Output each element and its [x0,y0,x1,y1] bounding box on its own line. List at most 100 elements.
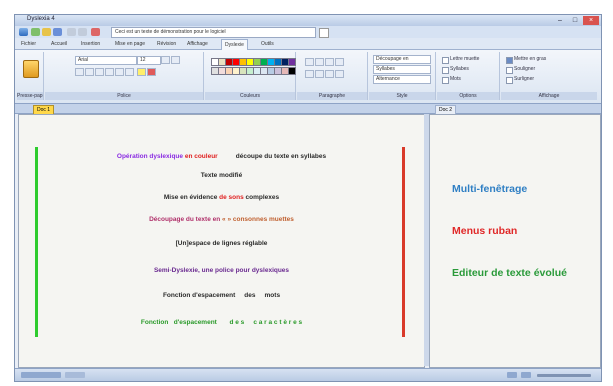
group-colors: Couleurs [205,52,296,100]
option-checkbox-2[interactable] [442,67,449,74]
document-tabs: Doc 1 Doc 2 [15,104,601,115]
justify-icon[interactable] [335,58,344,66]
align-left-icon[interactable] [305,58,314,66]
feature-ribbon-menus: Menus ruban [452,225,518,237]
quick-field-button[interactable] [319,28,329,38]
numbering-icon[interactable] [315,70,324,78]
tab-revision[interactable]: Révision [157,39,176,49]
font-color-icon[interactable] [147,68,156,76]
tab-fichier[interactable]: Fichier [21,39,36,49]
group-style: Découpage en Syllabes Alternance Style [369,52,436,100]
line-segment: Mise en évidence [163,194,220,201]
view-icon-2[interactable] [521,372,531,378]
superscript-icon[interactable] [125,68,134,76]
outdent-icon[interactable] [335,70,344,78]
tab-outils[interactable]: Outils [261,39,274,49]
option-label-2: Syllabes [450,66,469,72]
line-segment: Semi-Dyslexie, une police pour dyslexiqu… [153,267,290,274]
quick-text-field[interactable]: Ceci est un texte de démonstration pour … [111,27,316,38]
paste-icon[interactable] [23,60,39,78]
line-segment: en couleur [184,153,218,160]
line-segment: Découpage du texte en [149,216,223,223]
document-line: Opération dyslexique en couleur découpe … [19,153,424,160]
group-label: Style [369,92,435,100]
line-segment: « » consonnes muettes [222,216,294,223]
undo-icon[interactable] [67,28,76,36]
grow-font-icon[interactable] [161,56,170,64]
tab-accueil[interactable]: Accueil [51,39,67,49]
font-name-select[interactable]: Arial [75,56,137,65]
maximize-icon[interactable]: □ [568,16,582,25]
tab-insertion[interactable]: Insertion [81,39,100,49]
strike-icon[interactable] [105,68,114,76]
shrink-font-icon[interactable] [171,56,180,64]
align-center-icon[interactable] [315,58,324,66]
document-line: Découpage du texte en « » consonnes muet… [19,216,424,223]
document-line: Semi-Dyslexie, une police pour dyslexiqu… [19,267,424,274]
color-swatch[interactable] [288,58,296,66]
display-label-1: Mettre en gras [514,56,547,62]
window-title: Dyslexia 4 [27,16,55,22]
title-bar: Dyslexia 4 – □ × [15,15,601,26]
line-segment: Texte modifié [200,172,243,179]
option-label-1: Lettre muette [450,56,480,62]
group-label: Affichage [501,92,597,100]
group-label: Presse-papiers [17,92,43,100]
style-dropdown-3[interactable]: Alternance [373,75,431,84]
document-line: Texte modifié [19,172,424,179]
document-line: Fonction d'espacement des mots [19,292,424,299]
line-segment: Fonction d'espacement [140,319,217,326]
display-checkbox-2[interactable] [506,67,513,74]
bold-icon[interactable] [75,68,84,76]
quick-access-toolbar: Ceci est un texte de démonstration pour … [15,26,601,38]
option-checkbox-1[interactable] [442,57,449,64]
open-icon[interactable] [42,28,51,36]
close-icon[interactable]: × [583,16,599,25]
application-window: Dyslexia 4 – □ × Ceci est un texte de dé… [14,14,602,382]
display-checkbox-1[interactable] [506,57,513,64]
group-font: Arial 12 Police [45,52,204,100]
group-clipboard: Presse-papiers [17,52,44,100]
status-page-indicator [21,372,61,378]
subscript-icon[interactable] [115,68,124,76]
save-icon[interactable] [53,28,62,36]
display-label-3: Surligner [514,76,535,82]
group-label: Options [437,92,499,100]
option-checkbox-3[interactable] [442,77,449,84]
feature-multi-window: Multi-fenêtrage [452,183,528,195]
line-segment: complexes [243,194,280,201]
text-editor[interactable]: Opération dyslexique en couleur découpe … [18,114,425,368]
highlight-icon[interactable] [137,68,146,76]
second-pane[interactable]: Multi-fenêtrage Menus ruban Editeur de t… [429,114,601,368]
status-bar [15,368,601,381]
underline-icon[interactable] [95,68,104,76]
feature-text-editor: Editeur de texte évolué [452,267,567,279]
group-label: Police [45,92,203,100]
color-swatch[interactable] [288,67,296,75]
group-label: Couleurs [205,92,295,100]
redo-icon[interactable] [78,28,87,36]
zoom-slider[interactable] [537,374,591,377]
document-line: Fonction d'espacement d e s c a r a c t … [19,319,424,326]
style-dropdown-2[interactable]: Syllabes [373,65,431,74]
document-line: Mise en évidence de sons complexes [19,194,424,201]
line-segment: Opération dyslexique [116,153,185,160]
display-checkbox-3[interactable] [506,77,513,84]
group-display: Mettre en gras Souligner Surligner Affic… [501,52,597,100]
tab-affichage[interactable]: Affichage [187,39,208,49]
indent-icon[interactable] [325,70,334,78]
style-dropdown-1[interactable]: Découpage en [373,55,431,64]
tab-mise-en-page[interactable]: Mise en page [115,39,145,49]
align-right-icon[interactable] [325,58,334,66]
print-icon[interactable] [91,28,100,36]
italic-icon[interactable] [85,68,94,76]
minimize-icon[interactable]: – [553,16,567,25]
font-size-select[interactable]: 12 [137,56,161,65]
app-menu-icon[interactable] [19,28,28,36]
view-icon-1[interactable] [507,372,517,378]
line-segment: [Un]espace de lignes réglable [175,240,268,247]
new-icon[interactable] [31,28,40,36]
bullets-icon[interactable] [305,70,314,78]
document-line: [Un]espace de lignes réglable [19,240,424,247]
tab-dyslexie[interactable]: Dyslexie [221,39,248,50]
